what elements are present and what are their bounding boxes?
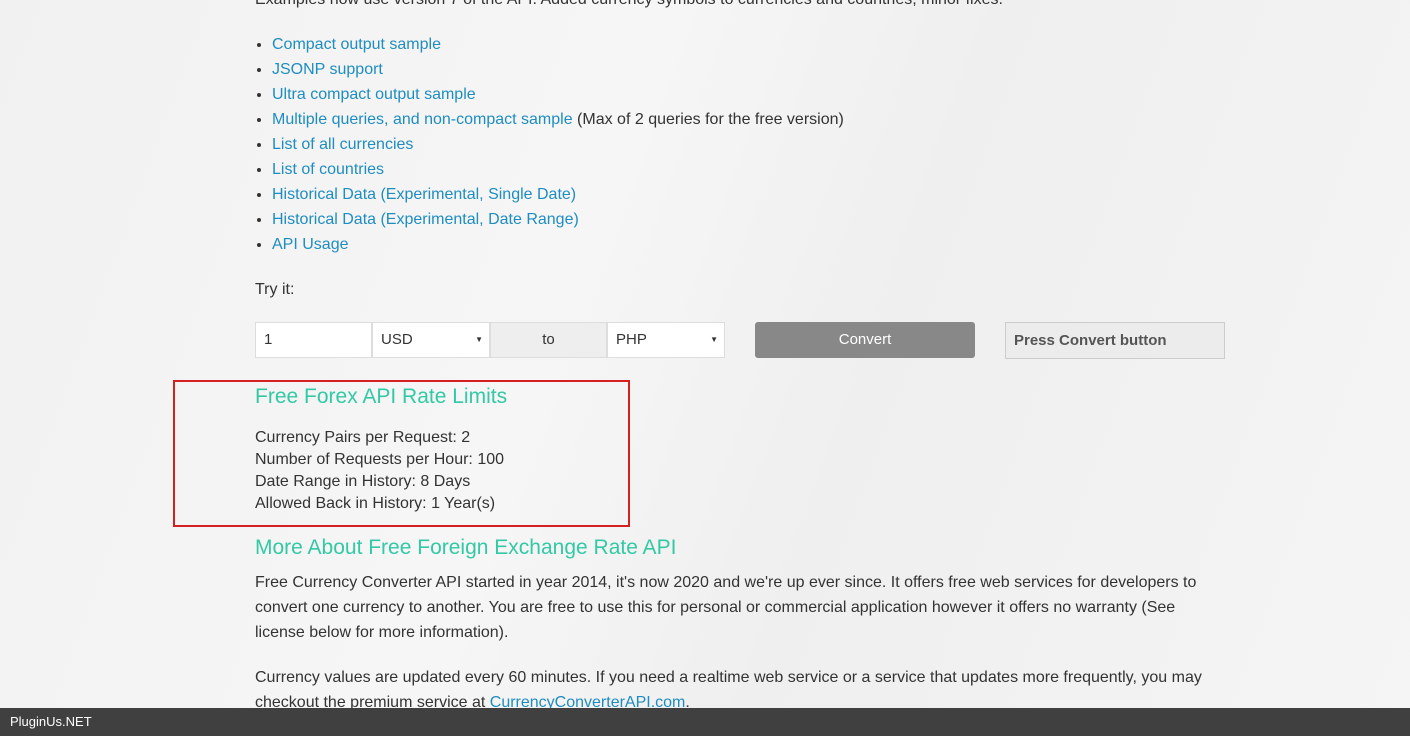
list-item: Multiple queries, and non-compact sample…: [272, 107, 844, 132]
link-api-usage[interactable]: API Usage: [272, 236, 348, 253]
list-item: Ultra compact output sample: [272, 82, 844, 107]
convert-button[interactable]: Convert: [755, 322, 975, 358]
list-item: Historical Data (Experimental, Single Da…: [272, 182, 844, 207]
from-value: USD: [381, 331, 413, 348]
intro-text: Examples now use version 7 of the API. A…: [255, 0, 1003, 9]
link-historical-single[interactable]: Historical Data (Experimental, Single Da…: [272, 186, 576, 203]
limit-requests: Number of Requests per Hour: 100: [255, 451, 505, 468]
list-item: Historical Data (Experimental, Date Rang…: [272, 207, 844, 232]
note: (Max of 2 queries for the free version): [572, 111, 844, 128]
caret-down-icon: ▼: [710, 335, 718, 344]
result-field: Press Convert button: [1005, 322, 1225, 359]
link-multiple-queries[interactable]: Multiple queries, and non-compact sample: [272, 111, 573, 128]
list-item: List of countries: [272, 157, 844, 182]
list-item: JSONP support: [272, 57, 844, 82]
footer-bar: PluginUs.NET: [0, 708, 1410, 736]
to-label: to: [490, 322, 607, 358]
rate-limits-heading: Free Forex API Rate Limits: [255, 385, 508, 408]
link-compact-output[interactable]: Compact output sample: [272, 36, 441, 53]
link-historical-range[interactable]: Historical Data (Experimental, Date Rang…: [272, 211, 579, 228]
link-jsonp[interactable]: JSONP support: [272, 61, 383, 78]
to-currency-select[interactable]: PHP ▼: [607, 322, 725, 358]
more-about-heading: More About Free Foreign Exchange Rate AP…: [255, 536, 677, 559]
about-paragraph: Free Currency Converter API started in y…: [255, 574, 1197, 641]
limit-date-range: Date Range in History: 8 Days: [255, 473, 471, 490]
limit-history: Allowed Back in History: 1 Year(s): [255, 495, 496, 512]
try-it-label: Try it:: [255, 281, 295, 298]
list-item: API Usage: [272, 232, 844, 257]
link-currencies[interactable]: List of all currencies: [272, 136, 413, 153]
examples-list: Compact output sample JSONP support Ultr…: [255, 32, 844, 257]
link-countries[interactable]: List of countries: [272, 161, 384, 178]
list-item: List of all currencies: [272, 132, 844, 157]
to-value: PHP: [616, 331, 647, 348]
caret-down-icon: ▼: [475, 335, 483, 344]
list-item: Compact output sample: [272, 32, 844, 57]
footer-brand[interactable]: PluginUs.NET: [10, 714, 92, 729]
link-ultra-compact[interactable]: Ultra compact output sample: [272, 86, 476, 103]
update-text: Currency values are updated every 60 min…: [255, 669, 1202, 711]
limit-pairs: Currency Pairs per Request: 2: [255, 429, 471, 446]
from-currency-select[interactable]: USD ▼: [372, 322, 490, 358]
amount-input[interactable]: 1: [255, 322, 372, 358]
